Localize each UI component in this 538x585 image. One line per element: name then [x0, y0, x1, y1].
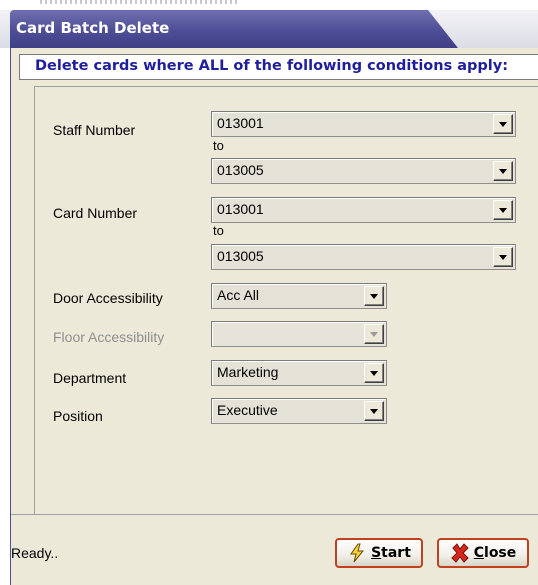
door-accessibility-value: Acc All — [217, 287, 260, 303]
staff-number-to-value: 013005 — [217, 162, 264, 178]
dialog-body: Delete cards where ALL of the following … — [10, 48, 538, 585]
department-value: Marketing — [217, 364, 279, 380]
door-accessibility-dropdown[interactable]: Acc All — [211, 283, 387, 309]
chevron-down-icon[interactable] — [364, 286, 384, 306]
position-label: Position — [53, 408, 103, 424]
lightning-icon — [347, 543, 367, 563]
close-button[interactable]: Close — [437, 538, 529, 568]
card-number-to-dropdown[interactable]: 013005 — [211, 244, 516, 270]
card-number-from-value: 013001 — [217, 201, 264, 217]
chevron-down-icon[interactable] — [364, 363, 384, 383]
department-dropdown[interactable]: Marketing — [211, 360, 387, 386]
title-tab[interactable]: Card Batch Delete — [10, 10, 458, 48]
card-number-to-value: 013005 — [217, 248, 264, 264]
card-number-label: Card Number — [53, 205, 138, 221]
start-button-label: Start — [371, 545, 411, 561]
staff-number-label: Staff Number — [53, 122, 136, 138]
staff-number-from-dropdown[interactable]: 013001 — [211, 111, 516, 137]
card-number-from-dropdown[interactable]: 013001 — [211, 197, 516, 223]
chevron-down-icon[interactable] — [493, 114, 513, 134]
chevron-down-icon[interactable] — [493, 247, 513, 267]
door-accessibility-label: Door Accessibility — [53, 290, 163, 306]
staff-number-from-value: 013001 — [217, 115, 264, 131]
conditions-heading-text: Delete cards where ALL of the following … — [35, 58, 509, 74]
chevron-down-icon[interactable] — [364, 401, 384, 421]
chevron-down-icon — [364, 324, 384, 344]
floor-accessibility-dropdown — [211, 321, 387, 347]
floor-accessibility-label: Floor Accessibility — [53, 329, 165, 345]
status-text: Ready.. — [11, 545, 59, 561]
start-button[interactable]: Start — [335, 538, 423, 568]
window-title: Card Batch Delete — [16, 19, 170, 37]
close-button-label: Close — [473, 545, 517, 561]
department-label: Department — [53, 370, 127, 386]
status-bar: Ready.. Start Close — [11, 514, 538, 585]
title-bar: Card Batch Delete — [0, 10, 538, 48]
truncated-text-edge — [40, 0, 240, 4]
chevron-down-icon[interactable] — [493, 161, 513, 181]
card-number-to-label: to — [213, 223, 224, 238]
position-dropdown[interactable]: Executive — [211, 398, 387, 424]
chevron-down-icon[interactable] — [493, 200, 513, 220]
top-edge — [0, 0, 538, 10]
close-icon — [450, 543, 470, 563]
staff-number-to-label: to — [213, 138, 224, 153]
position-value: Executive — [217, 402, 278, 418]
staff-number-to-dropdown[interactable]: 013005 — [211, 158, 516, 184]
conditions-heading: Delete cards where ALL of the following … — [19, 54, 538, 80]
